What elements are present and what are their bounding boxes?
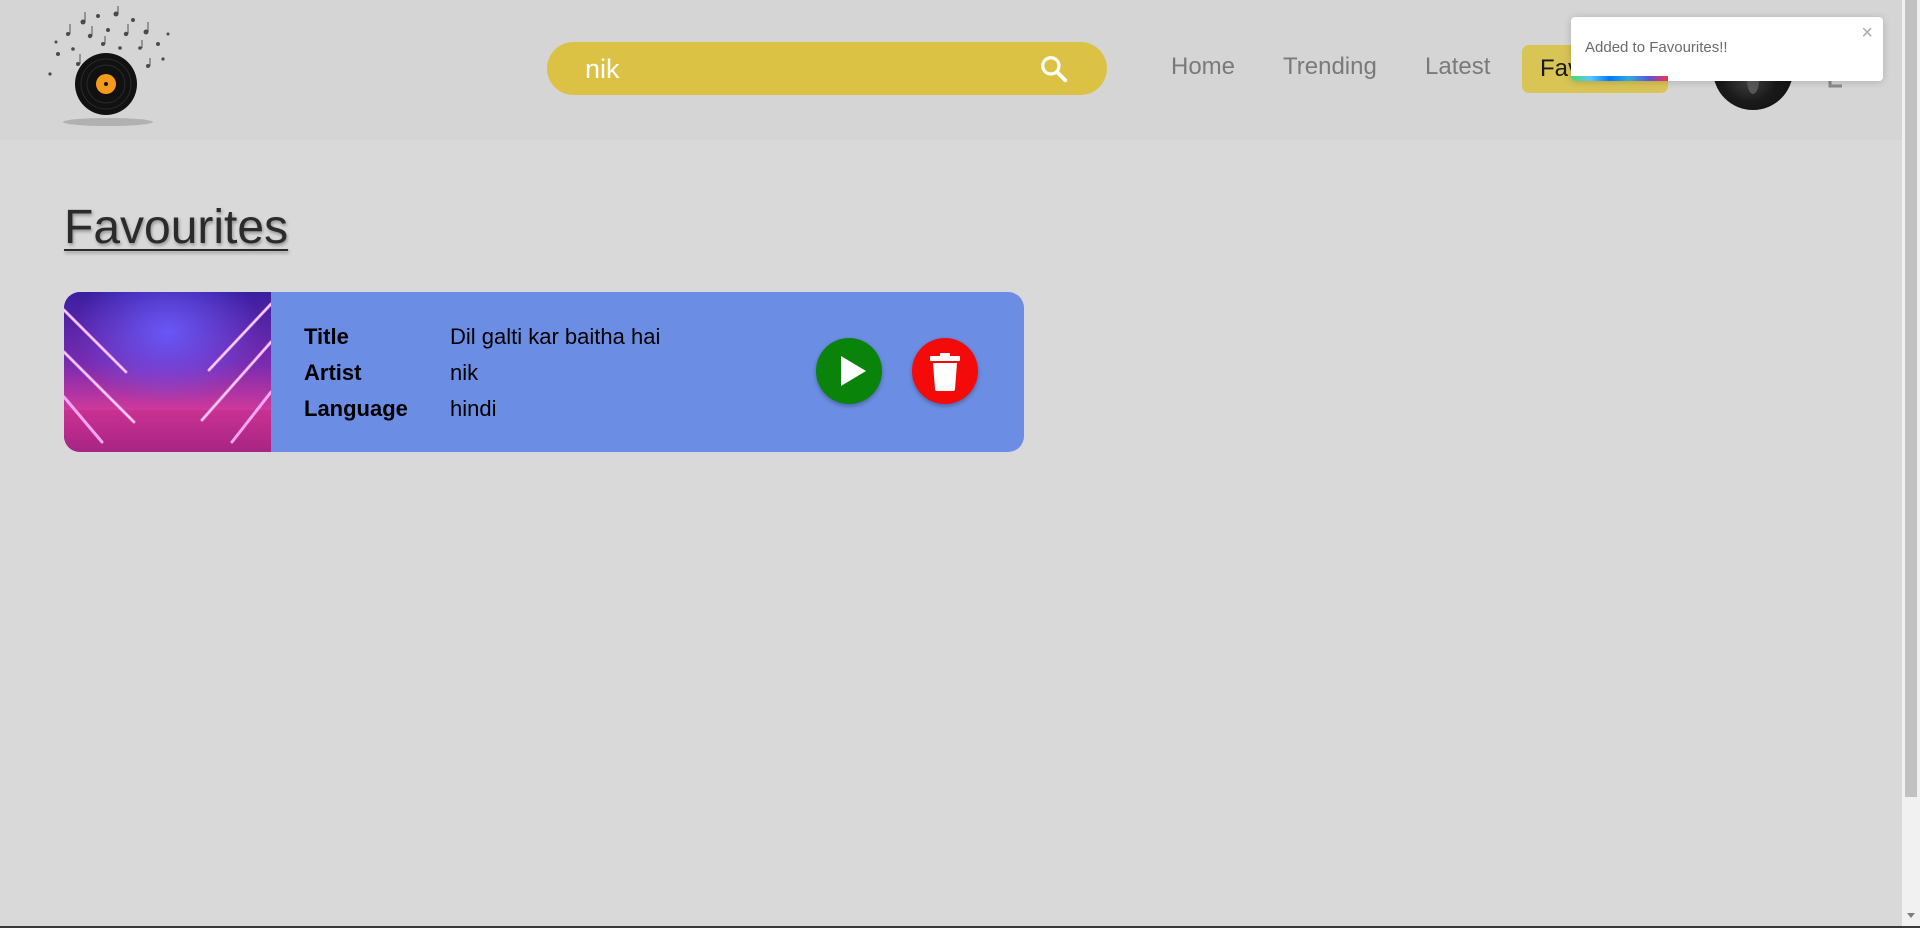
title-label: Title: [304, 324, 349, 349]
title-value: Dil galti kar baitha hai: [450, 324, 661, 349]
toast-message: Added to Favourites!!: [1585, 39, 1728, 56]
search-input[interactable]: [583, 50, 1027, 88]
play-button[interactable]: [816, 338, 882, 404]
close-icon[interactable]: ×: [1861, 22, 1873, 45]
play-icon: [841, 356, 866, 386]
logo[interactable]: [28, 4, 188, 130]
nav-latest[interactable]: Latest: [1425, 53, 1490, 81]
song-thumbnail: [64, 292, 271, 452]
trash-icon: [930, 353, 960, 391]
delete-button[interactable]: [912, 338, 978, 404]
scrollbar[interactable]: [1902, 0, 1920, 928]
artist-value: nik: [450, 360, 479, 385]
page-title: Favourites: [64, 201, 289, 254]
language-value: hindi: [450, 396, 497, 421]
search-icon[interactable]: [1039, 54, 1069, 84]
nav-home[interactable]: Home: [1171, 53, 1235, 81]
nav-trending[interactable]: Trending: [1283, 53, 1377, 81]
toast-notification: Added to Favourites!! ×: [1571, 17, 1883, 81]
language-label: Language: [304, 396, 408, 421]
scroll-down-icon[interactable]: [1907, 913, 1915, 918]
toast-progress-bar: [1571, 76, 1668, 81]
scrollbar-thumb[interactable]: [1905, 0, 1917, 797]
artist-label: Artist: [304, 360, 362, 385]
favourite-card: Title Dil galti kar baitha hai Artist ni…: [64, 292, 1024, 452]
search-bar: [547, 42, 1107, 95]
